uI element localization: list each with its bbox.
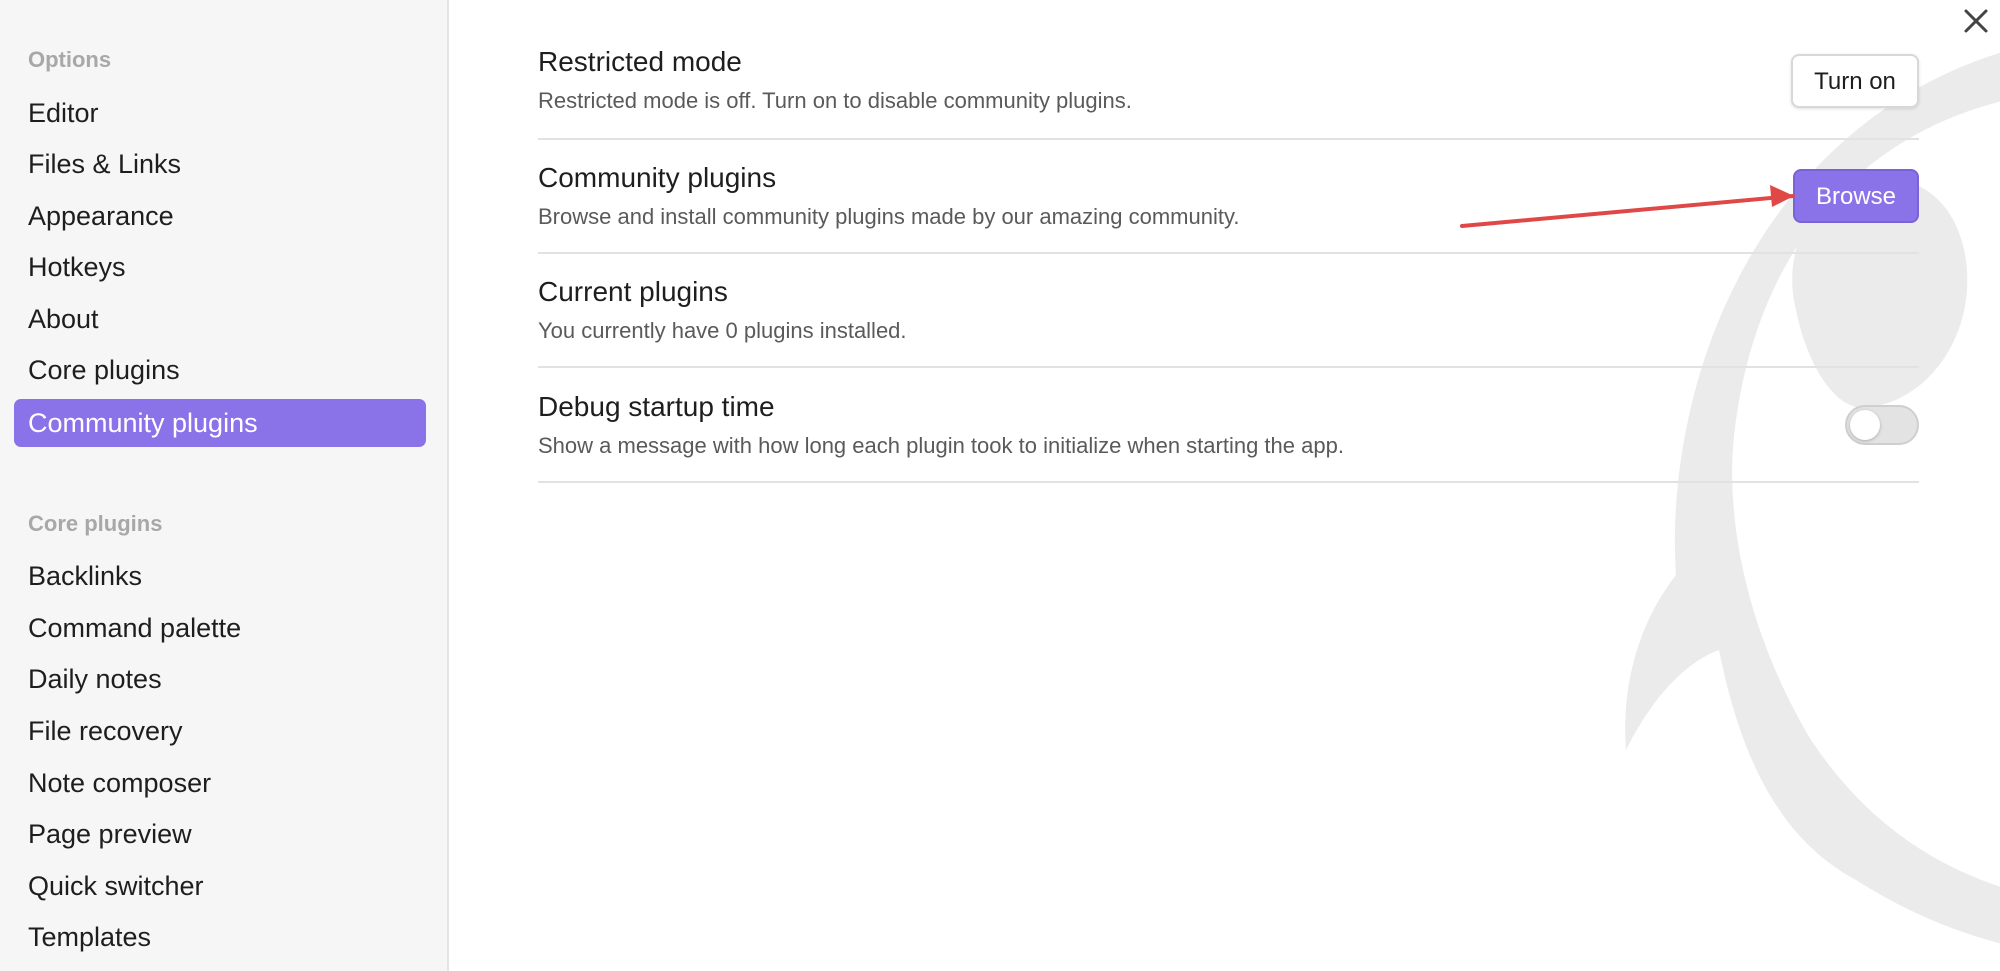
sidebar-item-files-links[interactable]: Files & Links xyxy=(14,140,426,188)
setting-restricted-mode: Restricted mode Restricted mode is off. … xyxy=(538,26,1919,140)
settings-content: Restricted mode Restricted mode is off. … xyxy=(451,0,2000,971)
settings-sidebar: Options Editor Files & Links Appearance … xyxy=(0,0,449,971)
sidebar-item-hotkeys[interactable]: Hotkeys xyxy=(14,243,426,291)
debug-startup-toggle[interactable] xyxy=(1845,405,1919,445)
sidebar-item-templates[interactable]: Templates xyxy=(14,913,426,961)
turn-on-button[interactable]: Turn on xyxy=(1791,54,1919,108)
setting-current-plugins: Current plugins You currently have 0 plu… xyxy=(538,254,1919,368)
setting-description: You currently have 0 plugins installed. xyxy=(538,318,907,343)
browse-button[interactable]: Browse xyxy=(1793,169,1919,223)
sidebar-item-daily-notes[interactable]: Daily notes xyxy=(14,655,426,703)
sidebar-item-about[interactable]: About xyxy=(14,295,426,343)
sidebar-item-command-palette[interactable]: Command palette xyxy=(14,604,426,652)
sidebar-item-file-recovery[interactable]: File recovery xyxy=(14,707,426,755)
setting-name: Debug startup time xyxy=(538,391,775,422)
setting-description: Show a message with how long each plugin… xyxy=(538,433,1344,458)
toggle-knob xyxy=(1850,410,1880,440)
sidebar-item-page-preview[interactable]: Page preview xyxy=(14,810,426,858)
sidebar-item-community-plugins[interactable]: Community plugins xyxy=(14,399,426,447)
sidebar-item-core-plugins[interactable]: Core plugins xyxy=(14,346,426,394)
setting-debug-startup-time: Debug startup time Show a message with h… xyxy=(538,369,1919,483)
sidebar-item-appearance[interactable]: Appearance xyxy=(14,192,426,240)
setting-description: Browse and install community plugins mad… xyxy=(538,204,1240,229)
sidebar-item-backlinks[interactable]: Backlinks xyxy=(14,552,426,600)
setting-name: Current plugins xyxy=(538,276,728,307)
sidebar-item-note-composer[interactable]: Note composer xyxy=(14,759,426,807)
setting-description: Restricted mode is off. Turn on to disab… xyxy=(538,88,1132,113)
sidebar-item-quick-switcher[interactable]: Quick switcher xyxy=(14,862,426,910)
setting-name: Restricted mode xyxy=(538,46,742,77)
setting-community-plugins: Community plugins Browse and install com… xyxy=(538,140,1919,254)
sidebar-item-editor[interactable]: Editor xyxy=(14,89,426,137)
setting-name: Community plugins xyxy=(538,162,777,193)
sidebar-section-options: Options xyxy=(28,47,112,72)
settings-window: Options Editor Files & Links Appearance … xyxy=(0,0,2000,971)
sidebar-section-core-plugins: Core plugins xyxy=(28,511,163,536)
close-icon[interactable] xyxy=(1959,4,1993,38)
